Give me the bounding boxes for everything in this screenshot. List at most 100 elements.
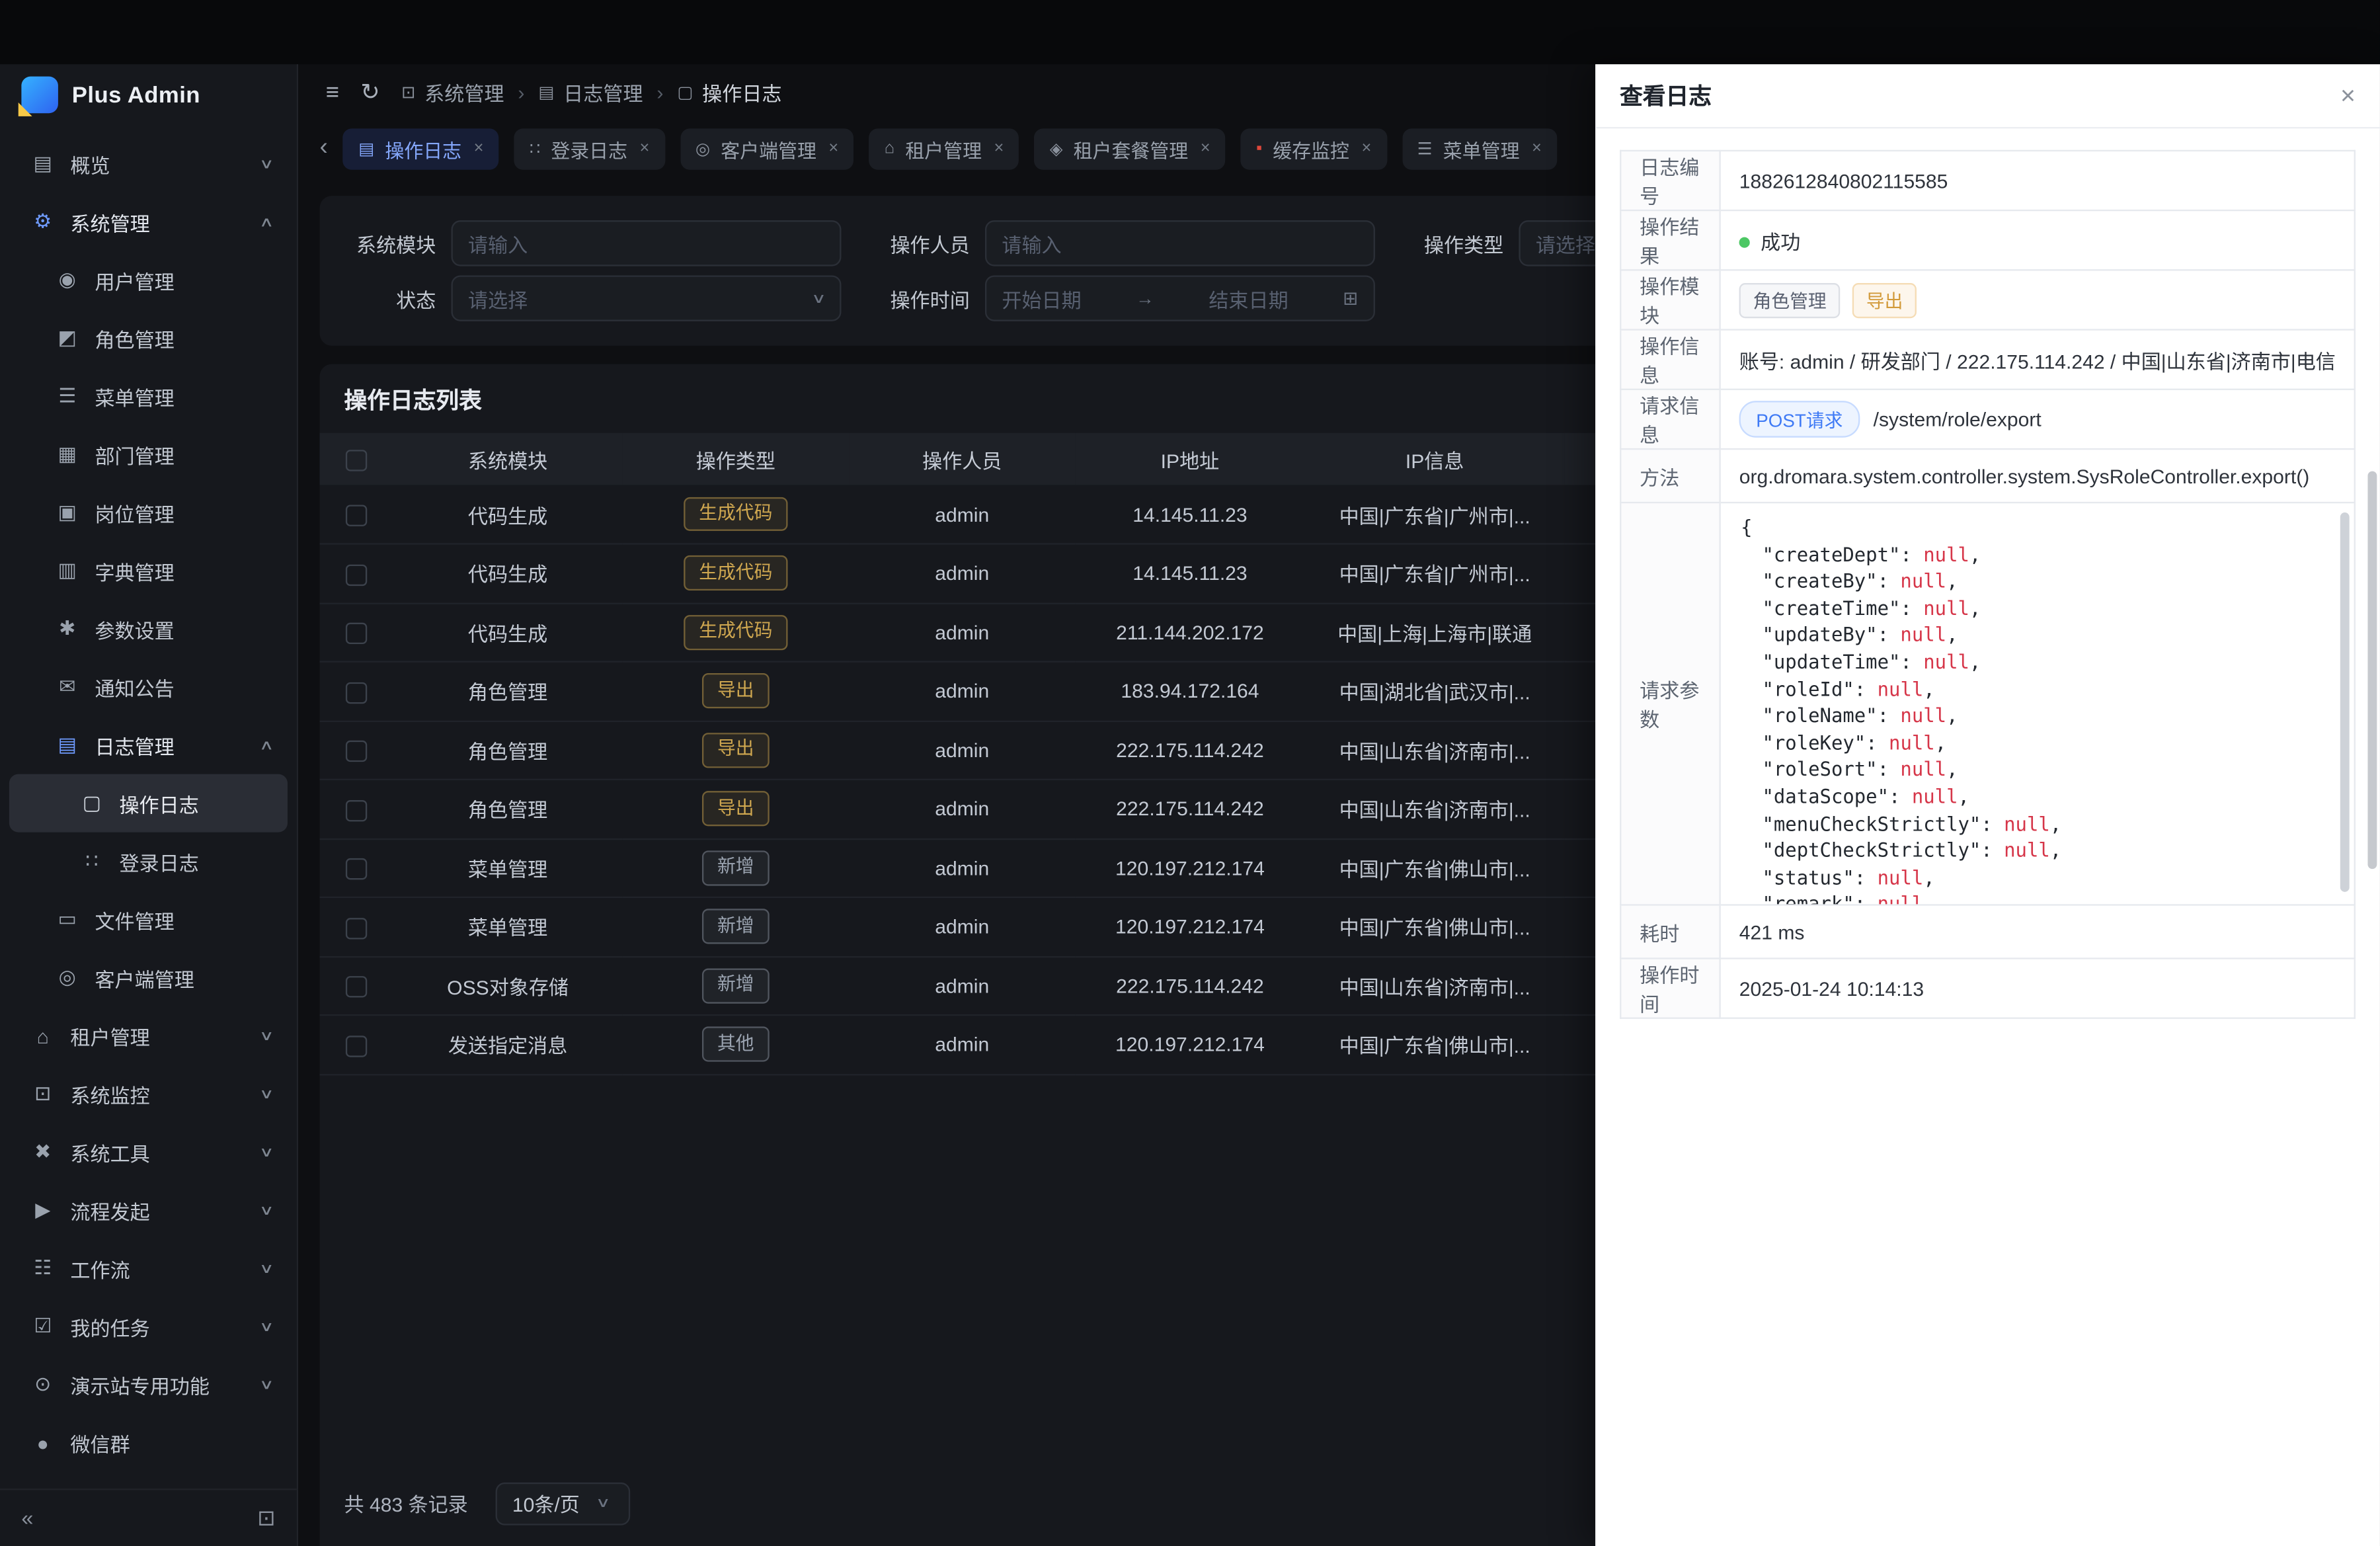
placeholder: 请选择 xyxy=(1536,229,1595,258)
breadcrumb-label: 操作日志 xyxy=(702,77,781,106)
tab-tenant-management[interactable]: ⌂租户管理× xyxy=(869,128,1019,169)
sidebar-item-operation-log[interactable]: ▢操作日志 xyxy=(9,774,288,833)
close-icon[interactable]: × xyxy=(994,140,1004,158)
pin-sidebar-icon[interactable]: ⊡ xyxy=(257,1504,275,1530)
tab-login-log[interactable]: ∷登录日志× xyxy=(514,128,665,169)
column-header: 系统模块 xyxy=(393,433,623,485)
sidebar-item-param-settings[interactable]: ✱参数设置 xyxy=(9,600,288,658)
refresh-icon[interactable]: ↻ xyxy=(360,78,379,106)
sidebar-item-role-management[interactable]: ◩角色管理 xyxy=(9,309,288,367)
operator-input[interactable]: 请输入 xyxy=(985,220,1375,266)
post-icon: ▣ xyxy=(55,501,79,525)
field-log-id: 日志编号 1882612840802115585 xyxy=(1620,151,2355,210)
row-checkbox[interactable] xyxy=(346,623,367,644)
sidebar-item-workflow[interactable]: ☷工作流∨ xyxy=(9,1239,288,1297)
close-icon[interactable]: × xyxy=(1532,140,1542,158)
sidebar-item-label: 工作流 xyxy=(70,1254,247,1283)
sidebar-item-login-log[interactable]: ∷登录日志 xyxy=(9,833,288,891)
sidebar-item-overview[interactable]: ▤概览∨ xyxy=(9,135,288,193)
ip-cell: 120.197.212.174 xyxy=(1075,1015,1304,1074)
breadcrumb-label: 系统管理 xyxy=(424,77,504,106)
sidebar-item-label: 流程发起 xyxy=(70,1196,247,1225)
page-size-select[interactable]: 10条/页∨ xyxy=(495,1482,630,1525)
drawer-title: 查看日志 xyxy=(1620,79,1712,112)
type-badge: 生成代码 xyxy=(684,556,787,590)
sidebar-item-wechat-group[interactable]: ●微信群 xyxy=(9,1414,288,1472)
filter-operator: 操作人员 请输入 xyxy=(875,220,1375,266)
row-checkbox[interactable] xyxy=(346,505,367,526)
operator-cell: admin xyxy=(849,897,1075,956)
tab-operation-log[interactable]: ▤操作日志× xyxy=(343,128,499,169)
type-badge: 新增 xyxy=(702,968,770,1002)
result-value: 成功 xyxy=(1761,230,1800,253)
sidebar-item-label: 系统监控 xyxy=(70,1079,247,1108)
sidebar-item-user-management[interactable]: ◉用户管理 xyxy=(9,251,288,309)
param-icon: ✱ xyxy=(55,616,79,641)
close-icon[interactable]: × xyxy=(1361,140,1371,158)
notice-icon: ✉ xyxy=(55,674,79,699)
tab-cache-monitor[interactable]: ▪缓存监控× xyxy=(1241,128,1387,169)
row-checkbox[interactable] xyxy=(346,799,367,821)
breadcrumb-item[interactable]: ⊡系统管理 xyxy=(401,77,504,106)
tabs-back-icon[interactable]: ‹ xyxy=(320,135,328,163)
collapse-sidebar-icon[interactable]: « xyxy=(21,1506,33,1530)
log-detail-table: 日志编号 1882612840802115585 操作结果 成功 操作模块 角色… xyxy=(1620,150,2356,1019)
sidebar-item-client-management[interactable]: ◎客户端管理 xyxy=(9,948,288,1006)
scrollbar-thumb[interactable] xyxy=(2340,512,2350,892)
close-icon[interactable]: × xyxy=(828,140,838,158)
calendar-icon: ⊞ xyxy=(1343,288,1358,309)
user-icon: ◉ xyxy=(55,268,79,292)
module-cell: 代码生成 xyxy=(393,485,623,544)
module-cell: 代码生成 xyxy=(393,603,623,662)
request-params-code[interactable]: { "createDept": null, "createBy": null, … xyxy=(1721,503,2354,904)
select-all-checkbox[interactable] xyxy=(346,450,367,471)
sidebar-item-dept-management[interactable]: ▦部门管理 xyxy=(9,425,288,483)
breadcrumb-item[interactable]: ▤日志管理 xyxy=(538,77,643,106)
operator-cell: admin xyxy=(849,838,1075,897)
sidebar-item-file-management[interactable]: ▭文件管理 xyxy=(9,891,288,949)
module-input[interactable]: 请输入 xyxy=(452,220,842,266)
sidebar-item-tenant-management[interactable]: ⌂租户管理∨ xyxy=(9,1006,288,1065)
row-checkbox[interactable] xyxy=(346,917,367,938)
row-checkbox[interactable] xyxy=(346,564,367,585)
tab-client-management[interactable]: ◎客户端管理× xyxy=(680,128,854,169)
module-cell: 角色管理 xyxy=(393,780,623,838)
close-icon[interactable]: × xyxy=(2340,80,2356,110)
sidebar-item-demo-features[interactable]: ⊙演示站专用功能∨ xyxy=(9,1356,288,1414)
field-value: 2025-01-24 10:14:13 xyxy=(1720,958,2355,1018)
sidebar-item-notice[interactable]: ✉通知公告 xyxy=(9,658,288,716)
close-icon[interactable]: × xyxy=(1201,140,1210,158)
sidebar-item-system-management[interactable]: ⚙系统管理∧ xyxy=(9,193,288,251)
hamburger-icon[interactable]: ≡ xyxy=(326,79,339,104)
sidebar-item-system-monitor[interactable]: ⊡系统监控∨ xyxy=(9,1065,288,1123)
row-checkbox[interactable] xyxy=(346,858,367,879)
sidebar-item-my-tasks[interactable]: ☑我的任务∨ xyxy=(9,1297,288,1356)
code-line: { xyxy=(1741,514,2332,541)
row-checkbox[interactable] xyxy=(346,976,367,997)
sidebar-item-system-tools[interactable]: ✖系统工具∨ xyxy=(9,1123,288,1181)
row-checkbox[interactable] xyxy=(346,741,367,762)
ip-cell: 222.175.114.242 xyxy=(1075,721,1304,780)
tab-tenant-package[interactable]: ◈租户套餐管理× xyxy=(1035,128,1226,169)
sidebar-item-log-management[interactable]: ▤日志管理∧ xyxy=(9,716,288,774)
chevron-down-icon: ∨ xyxy=(260,1143,275,1160)
close-icon[interactable]: × xyxy=(474,140,484,158)
close-icon[interactable]: × xyxy=(640,140,650,158)
drawer-scrollbar-thumb[interactable] xyxy=(2367,471,2377,870)
breadcrumb-label: 日志管理 xyxy=(563,77,643,106)
type-badge: 生成代码 xyxy=(684,615,787,649)
date-range-input[interactable]: 开始日期→结束日期⊞ xyxy=(985,275,1375,321)
tab-label: 租户套餐管理 xyxy=(1074,134,1189,163)
code-line: "deptCheckStrictly": null, xyxy=(1741,837,2332,864)
sidebar-item-menu-management[interactable]: ☰菜单管理 xyxy=(9,367,288,425)
sidebar-item-process-start[interactable]: ▶流程发起∨ xyxy=(9,1181,288,1239)
row-checkbox[interactable] xyxy=(346,682,367,703)
status-select[interactable]: 请选择∨ xyxy=(452,275,842,321)
redis-icon: ▪ xyxy=(1256,140,1262,158)
sidebar-item-dict-management[interactable]: ▥字典管理 xyxy=(9,542,288,600)
tab-menu-management[interactable]: ☰菜单管理× xyxy=(1402,128,1557,169)
field-value: org.dromara.system.controller.system.Sys… xyxy=(1720,449,2355,503)
row-checkbox[interactable] xyxy=(346,1035,367,1056)
sidebar-item-post-management[interactable]: ▣岗位管理 xyxy=(9,483,288,542)
field-label: 操作模块 xyxy=(1620,270,1720,329)
